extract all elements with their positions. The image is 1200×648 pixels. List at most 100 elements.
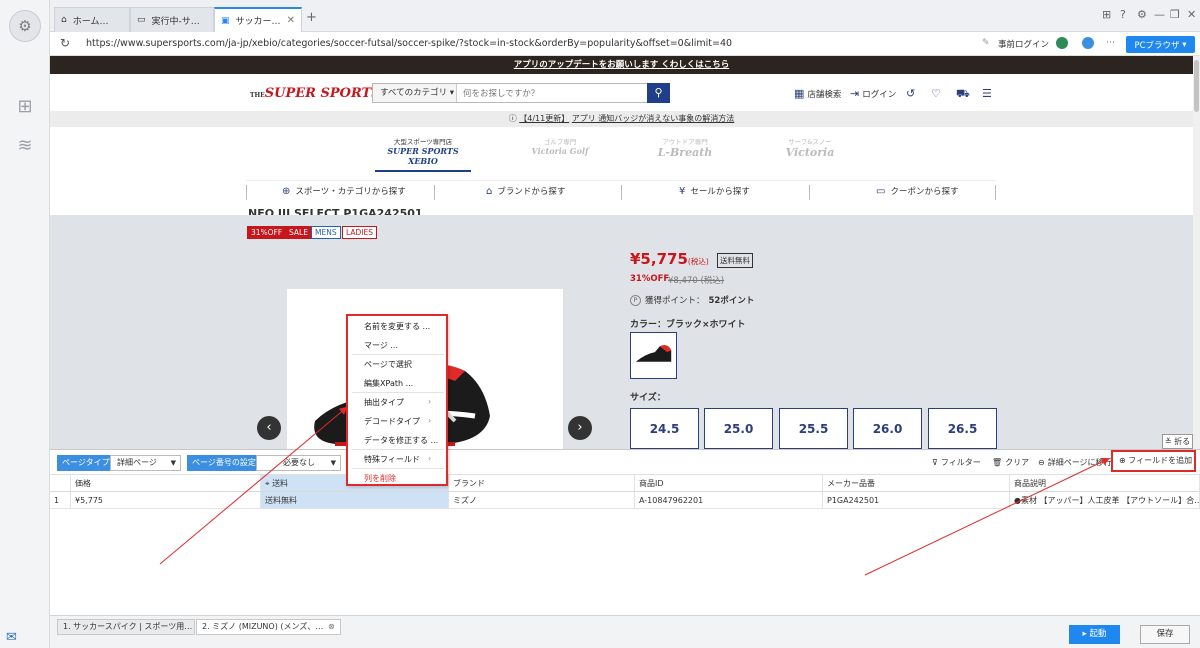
store-tab-golf[interactable]: ゴルフ専門 Victoria Golf xyxy=(525,136,595,156)
table-cell[interactable]: ミズノ xyxy=(449,492,635,509)
hamburger-icon: ☰ xyxy=(982,87,992,100)
minimize-icon[interactable]: — xyxy=(1154,8,1165,21)
store-tag: ゴルフ専門 xyxy=(543,138,577,146)
settings-icon[interactable]: ⚙ xyxy=(1137,8,1147,21)
cart-icon: ⛟ xyxy=(956,87,970,100)
page-number-select[interactable]: 必要なし ▼ xyxy=(256,455,341,471)
bottom-tab-label: 2. ミズノ (MIZUNO) (メンズ、… xyxy=(202,622,324,631)
tab-soccer[interactable]: ▣ サッカー… ✕ xyxy=(214,7,302,32)
crosshair-icon: ⌖ xyxy=(265,479,273,488)
discount-rate: 31%OFF xyxy=(630,274,670,284)
table-cell-selected[interactable]: 送料無料 xyxy=(261,492,449,509)
notice-text: アプリ 通知バッジが消えない事象の解消方法 xyxy=(571,114,735,123)
store-tab-xebio[interactable]: 大型スポーツ専門店 SUPER SPORTS XEBIO xyxy=(375,136,471,166)
add-field-label: フィールドを追加 xyxy=(1128,456,1193,465)
color-swatch[interactable] xyxy=(630,332,677,379)
login-link[interactable]: ⇥ ログイン xyxy=(850,87,896,100)
category-select[interactable]: すべてのカテゴリ ▾ xyxy=(373,84,457,102)
add-field-button[interactable]: ⊕ フィールドを追加 xyxy=(1111,450,1196,472)
nav-coupon[interactable]: ▭ クーポンから探す xyxy=(876,181,958,203)
page-type-select[interactable]: 詳細ページ ▼ xyxy=(110,455,181,471)
cart-link[interactable]: ⛟ xyxy=(956,87,970,102)
scrollbar-thumb[interactable] xyxy=(1194,60,1199,112)
clear-button[interactable]: 🗑 クリア xyxy=(992,457,1029,468)
menu-edit-xpath[interactable]: 編集XPath ... xyxy=(364,378,413,389)
table-cell[interactable]: P1GA242501 xyxy=(823,492,1010,509)
column-header[interactable]: メーカー品番 xyxy=(823,475,1010,492)
size-option[interactable]: 25.0 xyxy=(704,408,773,449)
store-name: SUPER SPORTS XEBIO xyxy=(387,146,459,166)
original-price: ¥8,470 (税込) xyxy=(668,274,724,286)
tab-home[interactable]: ⌂ ホーム… xyxy=(54,7,130,32)
fold-button[interactable]: ≚ 折る xyxy=(1162,434,1193,449)
store-tab-lbreath[interactable]: アウトドア専門 L-Breath xyxy=(650,136,720,159)
new-task-icon[interactable]: ⊞ xyxy=(14,96,36,118)
table-cell[interactable]: ¥5,775 xyxy=(71,492,261,509)
nav-sale[interactable]: ¥ セールから探す xyxy=(679,181,750,203)
nav-sports-category[interactable]: ⊕ スポーツ・カテゴリから探す xyxy=(282,181,406,203)
search-input[interactable] xyxy=(463,84,643,102)
nav-brand[interactable]: ⌂ ブランドから探す xyxy=(486,181,565,203)
store-tab-victoria[interactable]: サーフ&スノー Victoria xyxy=(775,136,845,159)
site-logo[interactable]: THESUPER SPORTS xyxy=(250,86,381,101)
save-button[interactable]: 保存 xyxy=(1140,625,1190,644)
notice-bar[interactable]: ⓘ 【4/11更新】 アプリ 通知バッジが消えない事象の解消方法 xyxy=(50,111,1193,127)
menu-icon[interactable]: ⋯ xyxy=(1106,38,1115,48)
chevron-right-icon: › xyxy=(428,416,432,425)
history-link[interactable]: ↺ xyxy=(906,87,915,100)
image-next-button[interactable]: › xyxy=(568,416,592,440)
menu-modify-data[interactable]: データを修正する ... xyxy=(364,435,438,446)
size-option[interactable]: 26.5 xyxy=(928,408,997,449)
goto-detail-button[interactable]: ⊖ 詳細ページに移行 xyxy=(1038,457,1112,468)
column-header[interactable]: 商品説明 xyxy=(1010,475,1200,492)
account-icon[interactable] xyxy=(1082,37,1094,49)
extension-icon[interactable] xyxy=(1056,37,1068,49)
tab-bar: ⌂ ホーム… ▭ 実行中-サ… ▣ サッカー… ✕ + ⊞ ? ⚙ — ❐ ✕ xyxy=(50,0,1200,32)
pc-browser-button[interactable]: PCブラウザ ▾ xyxy=(1126,36,1195,53)
close-window-icon[interactable]: ✕ xyxy=(1187,8,1196,21)
column-header[interactable]: 価格 xyxy=(71,475,261,492)
filter-button[interactable]: ⊽ フィルター xyxy=(932,457,981,468)
menu-delete-column[interactable]: 列を削除 xyxy=(364,473,396,484)
table-cell[interactable]: A-10847962201 xyxy=(635,492,823,509)
image-prev-button[interactable]: ‹ xyxy=(257,416,281,440)
nav-label: スポーツ・カテゴリから探す xyxy=(295,187,406,197)
search-button[interactable]: ⚲ xyxy=(647,83,670,103)
help-icon[interactable]: ? xyxy=(1120,8,1126,21)
store-search-link[interactable]: ▦ 店舗検索 xyxy=(794,87,841,100)
table-cell[interactable]: ●素材 【アッパー】人工皮革 【アウトソール】合… xyxy=(1010,492,1200,509)
column-header[interactable]: ブランド xyxy=(449,475,635,492)
favorites-link[interactable]: ♡ xyxy=(931,87,941,100)
new-tab-button[interactable]: + xyxy=(306,10,317,25)
size-option[interactable]: 24.5 xyxy=(630,408,699,449)
tab-running[interactable]: ▭ 実行中-サ… xyxy=(130,7,214,32)
size-option[interactable]: 26.0 xyxy=(853,408,922,449)
layers-icon[interactable]: ≋ xyxy=(14,135,36,157)
menu-special-field[interactable]: 特殊フィールド › xyxy=(364,454,431,465)
bottom-tab-1[interactable]: 1. サッカースパイク | スポーツ用… xyxy=(57,619,195,635)
edit-icon[interactable]: ✎ xyxy=(982,38,990,48)
reload-icon[interactable]: ↻ xyxy=(60,36,70,50)
menu-rename[interactable]: 名前を変更する ... xyxy=(364,321,430,332)
product-price: ¥5,775(税込) xyxy=(630,250,709,268)
window-grid-icon[interactable]: ⊞ xyxy=(1102,8,1111,21)
size-option[interactable]: 25.5 xyxy=(779,408,848,449)
bottom-tab-2[interactable]: 2. ミズノ (MIZUNO) (メンズ、… xyxy=(196,619,341,635)
badge-discount: 31%OFF xyxy=(247,226,287,239)
column-header[interactable]: 商品ID xyxy=(635,475,823,492)
menu-decode-type[interactable]: デコードタイプ › xyxy=(364,416,431,427)
page-scrollbar[interactable] xyxy=(1193,56,1200,449)
hamburger-menu[interactable]: ☰ xyxy=(982,87,992,100)
prelogin-button[interactable]: 事前ログイン xyxy=(998,38,1049,50)
close-tab-icon[interactable]: ⊗ xyxy=(328,622,335,631)
app-update-banner[interactable]: アプリのアップデートをお願いします くわしくはこちら xyxy=(50,56,1193,74)
store-name: L-Breath xyxy=(657,146,713,159)
run-button[interactable]: ▸ 起動 xyxy=(1069,625,1120,644)
menu-merge[interactable]: マージ ... xyxy=(364,340,398,351)
mail-icon[interactable]: ✉ xyxy=(6,630,17,645)
restore-icon[interactable]: ❐ xyxy=(1170,8,1180,21)
menu-extract-type[interactable]: 抽出タイプ › xyxy=(364,397,431,408)
url-field[interactable]: https://www.supersports.com/ja-jp/xebio/… xyxy=(86,38,732,49)
menu-select-in-page[interactable]: ページで選択 xyxy=(364,359,412,370)
close-tab-icon[interactable]: ✕ xyxy=(287,15,295,26)
